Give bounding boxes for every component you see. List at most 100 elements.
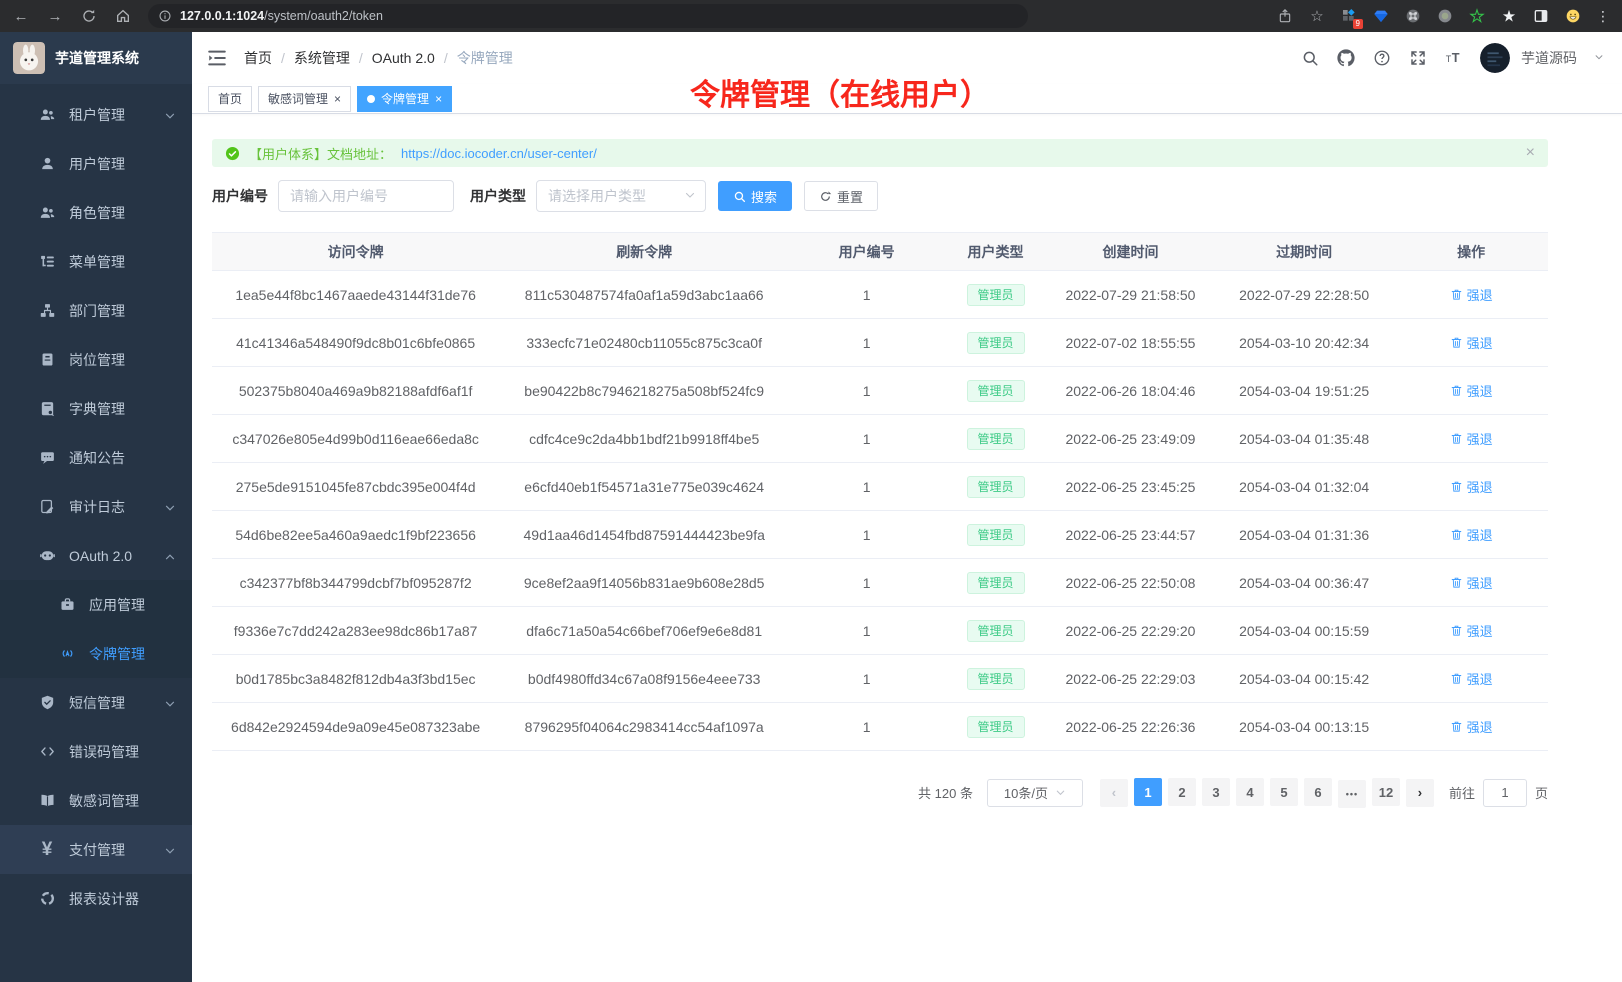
sidebar-item-notice[interactable]: 通知公告 [0,433,192,482]
help-icon[interactable] [1372,49,1391,68]
page-button-6[interactable]: 6 [1304,778,1332,806]
gem-extension-icon[interactable] [1372,7,1390,25]
breadcrumb-item[interactable]: OAuth 2.0 [372,50,435,66]
sidebar-item-menu[interactable]: 菜单管理 [0,237,192,286]
created-at-cell: 2022-06-25 22:29:20 [1047,607,1214,655]
sidebar-item-sensitive[interactable]: 敏感词管理 [0,776,192,825]
breadcrumb-item[interactable]: 首页 [244,48,272,68]
sidebar-item-sms[interactable]: 短信管理 [0,678,192,727]
forward-icon[interactable]: → [46,7,64,25]
sidebar-toggle-icon[interactable] [1532,7,1550,25]
home-icon[interactable] [114,7,132,25]
trash-icon [1450,384,1463,397]
force-logout-button[interactable]: 强退 [1450,669,1493,688]
tab-item[interactable]: 首页 [208,86,252,112]
github-icon[interactable] [1336,49,1355,68]
alert-close-icon[interactable]: × [1526,145,1535,161]
force-logout-button[interactable]: 强退 [1450,525,1493,544]
sidebar-item-label: 用户管理 [69,154,125,174]
force-logout-button[interactable]: 强退 [1450,717,1493,736]
sidebar-item-dept[interactable]: 部门管理 [0,286,192,335]
emoji-extension-icon[interactable] [1564,7,1582,25]
user-avatar[interactable] [1480,43,1510,73]
grid-extension-icon[interactable]: 9 [1340,7,1358,25]
username[interactable]: 芋道源码 [1521,48,1577,68]
page-button-3[interactable]: 3 [1202,778,1230,806]
force-logout-button[interactable]: 强退 [1450,333,1493,352]
breadcrumb-item[interactable]: 系统管理 [294,48,350,68]
refresh-token-cell: cdfc4ce9c2da4bb1bdf21b9918ff4be5 [499,415,789,463]
sidebar-item-pay[interactable]: ¥支付管理 [0,825,192,874]
page-button-5[interactable]: 5 [1270,778,1298,806]
reload-icon[interactable] [80,7,98,25]
sidebar-item-token[interactable]: 令牌管理 [0,629,192,678]
force-logout-button[interactable]: 强退 [1450,573,1493,592]
sidebar-item-post[interactable]: 岗位管理 [0,335,192,384]
page-button-1[interactable]: 1 [1134,778,1162,806]
more-pages-button[interactable]: ••• [1338,780,1366,808]
force-logout-button[interactable]: 强退 [1450,621,1493,640]
oauth-icon [38,547,56,565]
expires-at-cell: 2022-07-29 22:28:50 [1214,271,1394,319]
hamburger-icon[interactable] [206,47,228,69]
extension-badge: 9 [1353,19,1363,29]
created-at-cell: 2022-06-25 22:50:08 [1047,559,1214,607]
sidebar-item-errcode[interactable]: 错误码管理 [0,727,192,776]
tab-close-icon[interactable]: × [334,93,341,105]
fullscreen-icon[interactable] [1408,49,1427,68]
sidebar-menu: 租户管理用户管理角色管理菜单管理部门管理岗位管理字典管理通知公告审计日志OAut… [0,84,192,982]
force-logout-button[interactable]: 强退 [1450,381,1493,400]
sidebar-item-oauth[interactable]: OAuth 2.0 [0,531,192,580]
sidebar-item-report[interactable]: 报表设计器 [0,874,192,923]
force-logout-button[interactable]: 强退 [1450,285,1493,304]
star-icon[interactable]: ☆ [1308,7,1326,25]
user-type-select[interactable]: 请选择用户类型 [536,180,706,212]
trash-icon [1450,720,1463,733]
role-icon [38,204,56,222]
record-extension-icon[interactable] [1436,7,1454,25]
search-icon[interactable] [1300,49,1319,68]
sidebar-item-user[interactable]: 用户管理 [0,139,192,188]
table-row: 6d842e2924594de9a09e45e087323abe8796295f… [212,703,1548,751]
tab-item[interactable]: 敏感词管理× [258,86,351,112]
force-logout-button[interactable]: 强退 [1450,477,1493,496]
user-id-input[interactable] [278,180,454,212]
sidebar-item-dict[interactable]: 字典管理 [0,384,192,433]
tab-active[interactable]: 令牌管理× [357,86,452,112]
force-logout-label: 强退 [1467,573,1493,592]
font-size-icon[interactable]: TT [1444,49,1463,68]
info-icon[interactable] [158,9,172,23]
search-button[interactable]: 搜索 [718,181,792,211]
kebab-menu-icon[interactable]: ⋮ [1596,8,1610,25]
caret-down-icon[interactable] [1594,49,1604,67]
sidebar-item-role[interactable]: 角色管理 [0,188,192,237]
sidebar-item-tenant[interactable]: 租户管理 [0,90,192,139]
address-bar[interactable]: 127.0.0.1:1024/system/oauth2/token [148,4,1028,28]
page-button-2[interactable]: 2 [1168,778,1196,806]
page-size-select[interactable]: 10条/页 [987,779,1083,807]
back-icon[interactable]: ← [12,7,30,25]
action-cell: 强退 [1394,511,1548,559]
green-star-extension-icon[interactable] [1468,7,1486,25]
white-star-extension-icon[interactable] [1500,7,1518,25]
force-logout-label: 强退 [1467,381,1493,400]
next-page-button[interactable]: › [1406,779,1434,807]
refresh-token-cell: dfa6c71a50a54c66bef706ef9e6e8d81 [499,607,789,655]
user-type-tag: 管理员 [967,524,1025,546]
sidebar-item-app[interactable]: 应用管理 [0,580,192,629]
command-extension-icon[interactable] [1404,7,1422,25]
prev-page-button[interactable]: ‹ [1100,779,1128,807]
page-button-12[interactable]: 12 [1372,778,1400,806]
sidebar-item-label: 部门管理 [69,301,125,321]
action-cell: 强退 [1394,271,1548,319]
user-id-cell: 1 [789,511,944,559]
share-icon[interactable] [1276,7,1294,25]
force-logout-button[interactable]: 强退 [1450,429,1493,448]
reset-button[interactable]: 重置 [804,181,878,211]
column-header: 创建时间 [1047,233,1214,271]
tab-close-icon[interactable]: × [435,93,442,105]
alert-doc-link[interactable]: https://doc.iocoder.cn/user-center/ [401,146,597,161]
page-button-4[interactable]: 4 [1236,778,1264,806]
sidebar-item-audit[interactable]: 审计日志 [0,482,192,531]
goto-page-input[interactable] [1483,779,1527,807]
